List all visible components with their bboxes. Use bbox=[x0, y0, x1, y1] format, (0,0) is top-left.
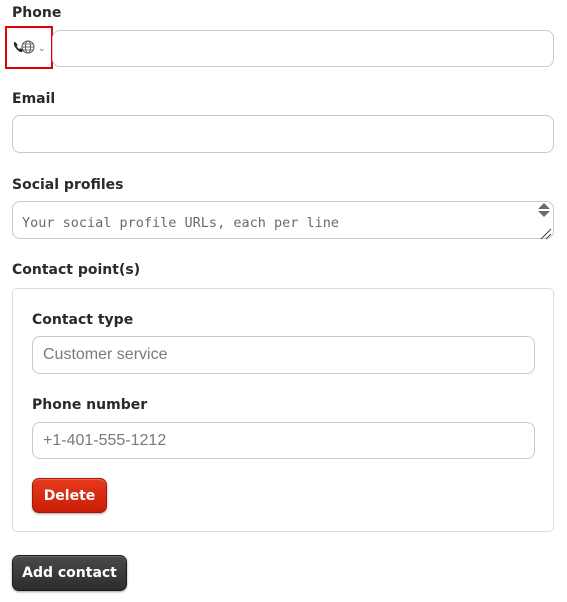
phone-country-selector[interactable]: ⌄ bbox=[5, 26, 53, 69]
social-profiles-label: Social profiles bbox=[12, 177, 124, 193]
social-profiles-textarea[interactable] bbox=[12, 201, 554, 239]
textarea-scroll-arrows[interactable] bbox=[535, 201, 552, 219]
phone-number-input[interactable] bbox=[32, 422, 535, 459]
phone-input[interactable] bbox=[52, 30, 554, 67]
resize-handle-icon[interactable] bbox=[538, 225, 552, 240]
contact-form: Phone ⌄ Email Social profiles Your socia… bbox=[0, 0, 567, 602]
scroll-down-arrow-icon[interactable] bbox=[537, 211, 550, 217]
email-input[interactable] bbox=[12, 115, 554, 153]
contact-type-input[interactable] bbox=[32, 336, 535, 374]
contact-type-label: Contact type bbox=[32, 312, 134, 328]
add-contact-button[interactable]: Add contact bbox=[12, 555, 127, 591]
phone-globe-icon bbox=[12, 38, 36, 58]
phone-number-label: Phone number bbox=[32, 397, 148, 413]
delete-contact-button[interactable]: Delete bbox=[32, 478, 107, 513]
scroll-up-arrow-icon[interactable] bbox=[537, 203, 550, 209]
email-label: Email bbox=[12, 91, 56, 107]
phone-label: Phone bbox=[12, 5, 62, 21]
contact-points-label: Contact point(s) bbox=[12, 262, 141, 278]
chevron-down-icon: ⌄ bbox=[38, 44, 46, 54]
